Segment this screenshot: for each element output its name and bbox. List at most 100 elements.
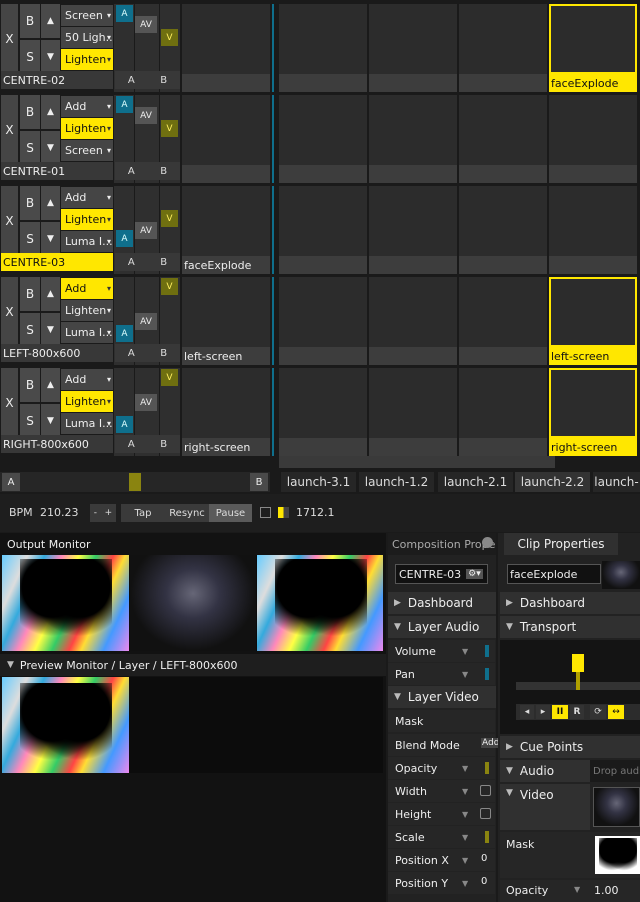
blend-mode-option[interactable]: Screen xyxy=(61,140,113,161)
layer-av-toggle[interactable]: AV xyxy=(135,222,157,239)
tab-clip-properties[interactable]: Clip Properties xyxy=(504,533,618,555)
layer-video-toggle[interactable]: V xyxy=(161,210,178,227)
clip-faceExplode[interactable]: faceExplode xyxy=(549,4,637,92)
metronome-checkbox[interactable] xyxy=(260,507,271,518)
layer-video-toggle[interactable]: V xyxy=(161,29,178,46)
layer-up-arrow-icon[interactable]: ▲ xyxy=(41,277,60,311)
reverse-button[interactable]: R xyxy=(570,705,584,719)
layer-av-toggle[interactable]: AV xyxy=(135,107,157,124)
param-indicator[interactable] xyxy=(485,645,489,657)
layer-solo-button[interactable]: S xyxy=(20,222,40,256)
clip-slot[interactable] xyxy=(279,4,367,92)
tab-launch-1.2[interactable]: launch-1.2 xyxy=(359,472,434,492)
layer-name[interactable]: CENTRE-02 xyxy=(1,71,113,89)
opacity-value[interactable]: 1.00 xyxy=(594,884,619,897)
clip-slot[interactable] xyxy=(459,4,547,92)
tab-composition-properties[interactable]: Composition Propert xyxy=(388,533,496,555)
audio-section[interactable]: ▼ Audio xyxy=(500,760,590,782)
blend-mode-option[interactable]: Lighten xyxy=(61,49,113,70)
blend-mode-option[interactable]: Add xyxy=(61,278,113,299)
blend-mode-option[interactable]: Luma I... xyxy=(61,413,113,434)
layer-bypass-button[interactable]: B xyxy=(20,368,40,402)
layer-video-section[interactable]: ▼ Layer Video xyxy=(388,686,496,708)
layer-a-toggle[interactable]: A xyxy=(116,416,133,433)
playhead[interactable] xyxy=(572,654,585,690)
layer-name[interactable]: RIGHT-800x600 xyxy=(1,435,113,453)
clip-left-screen[interactable]: left-screen xyxy=(549,277,637,365)
bpm-plus-button[interactable]: + xyxy=(105,508,113,518)
tab-launch-[interactable]: launch- xyxy=(593,472,640,492)
clip-slot[interactable] xyxy=(459,368,547,456)
blend-mode-option[interactable]: Add xyxy=(61,187,113,208)
blend-mode-option[interactable]: Lighten xyxy=(61,209,113,230)
blend-mode-option[interactable]: Add xyxy=(61,369,113,390)
clip-slot[interactable] xyxy=(369,95,457,183)
video-section[interactable]: ▼ Video xyxy=(500,784,590,830)
transport-timeline[interactable]: ◂ ▸ II R ⟳ ↔ xyxy=(500,640,640,734)
clip-slot[interactable] xyxy=(279,186,367,274)
dropdown-arrow-icon[interactable]: ▼ xyxy=(462,833,468,842)
preview-monitor-header[interactable]: ▼ Preview Monitor / Layer / LEFT-800x600 xyxy=(0,654,386,676)
param-indicator[interactable] xyxy=(485,668,489,680)
dropdown-arrow-icon[interactable]: ▼ xyxy=(462,764,468,773)
clip-slot[interactable] xyxy=(182,4,270,92)
layer-a-toggle[interactable]: A xyxy=(116,5,133,22)
layer-av-toggle[interactable]: AV xyxy=(135,313,157,330)
layer-name[interactable]: CENTRE-01 xyxy=(1,162,113,180)
tab-launch-2.2[interactable]: launch-2.2 xyxy=(515,472,590,492)
layer-av-toggle[interactable]: AV xyxy=(135,16,157,33)
layer-bypass-button[interactable]: B xyxy=(20,4,40,38)
layer-down-arrow-icon[interactable]: ▼ xyxy=(41,131,60,165)
collapse-triangle-icon[interactable]: ▼ xyxy=(7,660,14,670)
param-checkbox[interactable] xyxy=(480,808,491,819)
layer-up-arrow-icon[interactable]: ▲ xyxy=(41,186,60,220)
clip-name-field[interactable]: faceExplode xyxy=(507,564,601,584)
layer-b-assign[interactable]: B xyxy=(160,257,167,268)
blend-mode-option[interactable]: 50 Ligh... xyxy=(61,27,113,48)
clip-left-screen[interactable]: left-screen xyxy=(182,277,270,365)
mask-thumbnail[interactable] xyxy=(595,836,640,874)
layer-clear-button[interactable]: X xyxy=(1,368,18,438)
audio-drop-zone[interactable]: Drop audio xyxy=(590,760,640,782)
blend-mode-option[interactable]: Add xyxy=(61,96,113,117)
layer-up-arrow-icon[interactable]: ▲ xyxy=(41,95,60,129)
blend-mode-option[interactable]: Lighten xyxy=(61,300,113,321)
crossfader[interactable]: A B xyxy=(0,472,270,492)
clip-slot[interactable] xyxy=(279,277,367,365)
layer-down-arrow-icon[interactable]: ▼ xyxy=(41,222,60,256)
dropdown-arrow-icon[interactable]: ▼ xyxy=(462,856,468,865)
clip-faceExplode[interactable]: faceExplode xyxy=(182,186,270,274)
layer-b-assign[interactable]: B xyxy=(160,166,167,177)
layer-name[interactable]: LEFT-800x600 xyxy=(1,344,113,362)
layer-solo-button[interactable]: S xyxy=(20,313,40,347)
layer-a-assign[interactable]: A xyxy=(128,75,135,86)
clip-slot[interactable] xyxy=(459,186,547,274)
layer-video-toggle[interactable]: V xyxy=(161,120,178,137)
loop-icon[interactable]: ⟳ xyxy=(590,705,606,719)
clip-slot[interactable] xyxy=(182,95,270,183)
layer-video-toggle[interactable]: V xyxy=(161,369,178,386)
clip-right-screen[interactable]: right-screen xyxy=(182,368,270,456)
clip-slot[interactable] xyxy=(279,95,367,183)
blend-mode-option[interactable]: Lighten xyxy=(61,391,113,412)
clip-slot[interactable] xyxy=(549,95,637,183)
clip-slot[interactable] xyxy=(369,277,457,365)
bpm-minus-button[interactable]: - xyxy=(94,508,97,518)
cue-points-section[interactable]: ▶ Cue Points xyxy=(500,736,640,758)
tab-launch-2.1[interactable]: launch-2.1 xyxy=(438,472,513,492)
layer-a-assign[interactable]: A xyxy=(128,348,135,359)
layer-bypass-button[interactable]: B xyxy=(20,186,40,220)
layer-clear-button[interactable]: X xyxy=(1,4,18,74)
clip-slot[interactable] xyxy=(459,277,547,365)
layer-a-assign[interactable]: A xyxy=(128,439,135,450)
bounce-icon[interactable]: ↔ xyxy=(608,705,624,719)
resync-button[interactable]: Resync xyxy=(165,504,209,522)
layer-down-arrow-icon[interactable]: ▼ xyxy=(41,40,60,74)
clip-slot[interactable] xyxy=(369,4,457,92)
dropdown-arrow-icon[interactable]: ▼ xyxy=(574,885,580,894)
step-forward-button[interactable]: ▸ xyxy=(536,705,550,719)
param-checkbox[interactable] xyxy=(480,785,491,796)
deck-scrollbar[interactable] xyxy=(279,456,555,468)
layer-clear-button[interactable]: X xyxy=(1,277,18,347)
crossfader-a-button[interactable]: A xyxy=(2,473,20,491)
